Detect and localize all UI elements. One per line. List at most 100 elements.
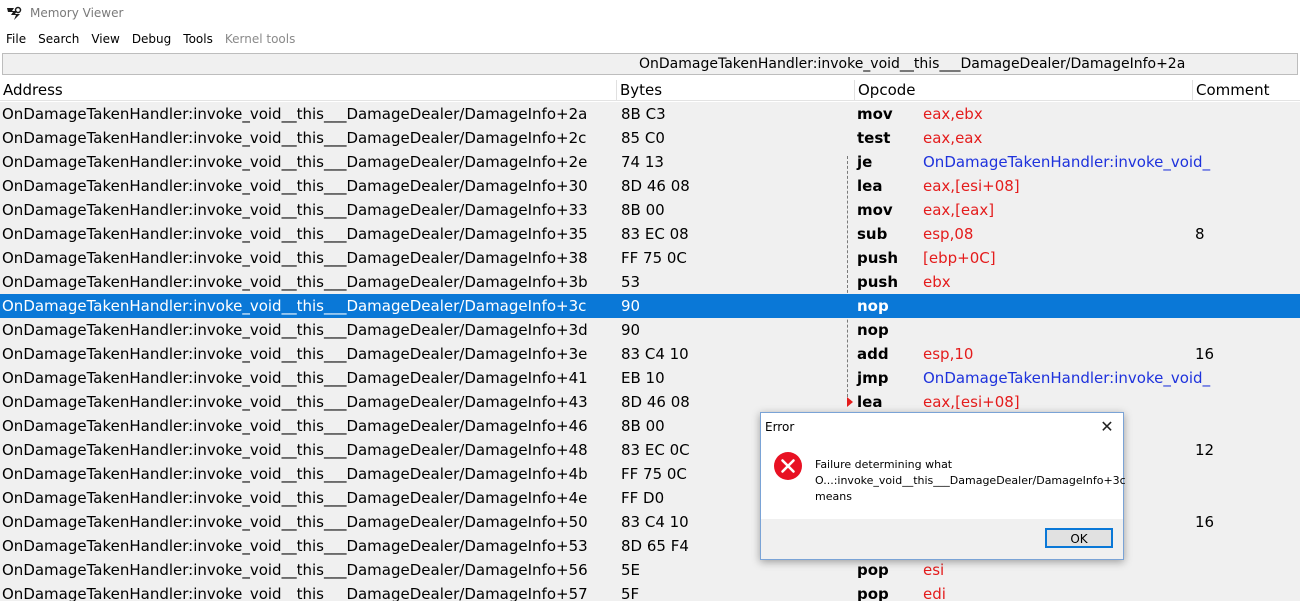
row-bytes: 8B C3 bbox=[621, 105, 666, 123]
row-operands: ebx bbox=[923, 273, 951, 291]
row-bytes: 8D 46 08 bbox=[621, 177, 690, 195]
title-bar: Memory Viewer bbox=[0, 0, 1300, 28]
cheat-engine-gear-icon bbox=[7, 6, 22, 20]
disasm-row[interactable]: OnDamageTakenHandler:invoke_void__this__… bbox=[0, 246, 1300, 270]
disasm-row[interactable]: OnDamageTakenHandler:invoke_void__this__… bbox=[0, 582, 1300, 601]
disasm-row[interactable]: OnDamageTakenHandler:invoke_void__this__… bbox=[0, 294, 1300, 318]
row-address: OnDamageTakenHandler:invoke_void__this__… bbox=[2, 465, 588, 483]
row-bytes: 83 EC 08 bbox=[621, 225, 689, 243]
row-operands: esi bbox=[923, 561, 945, 579]
row-bytes: EB 10 bbox=[621, 369, 665, 387]
dialog-footer: OK bbox=[761, 519, 1123, 559]
disasm-row[interactable]: OnDamageTakenHandler:invoke_void__this__… bbox=[0, 366, 1300, 390]
row-opcode: test bbox=[857, 129, 891, 147]
row-bytes: 8D 65 F4 bbox=[621, 537, 689, 555]
row-bytes: 90 bbox=[621, 297, 641, 315]
jump-arrow-icon bbox=[847, 397, 853, 407]
ok-button[interactable]: OK bbox=[1045, 528, 1113, 548]
row-bytes: FF D0 bbox=[621, 489, 665, 507]
row-operands: eax,eax bbox=[923, 129, 983, 147]
row-bytes: 53 bbox=[621, 273, 641, 291]
error-icon bbox=[774, 452, 802, 480]
dialog-message: Failure determining what O...:invoke_voi… bbox=[815, 457, 1126, 505]
menu-kernel-tools[interactable]: Kernel tools bbox=[219, 29, 302, 49]
column-header-opcode[interactable]: Opcode bbox=[854, 80, 1192, 100]
row-operands: eax,ebx bbox=[923, 105, 983, 123]
row-address: OnDamageTakenHandler:invoke_void__this__… bbox=[2, 201, 588, 219]
window-title: Memory Viewer bbox=[30, 6, 124, 20]
disasm-row[interactable]: OnDamageTakenHandler:invoke_void__this__… bbox=[0, 558, 1300, 582]
row-opcode: lea bbox=[857, 393, 883, 411]
row-opcode: nop bbox=[857, 321, 889, 339]
menu-debug[interactable]: Debug bbox=[126, 29, 177, 49]
row-operands: eax,[esi+08] bbox=[923, 393, 1020, 411]
row-opcode: mov bbox=[857, 105, 893, 123]
row-address: OnDamageTakenHandler:invoke_void__this__… bbox=[2, 297, 587, 315]
dialog-message-line: Failure determining what bbox=[815, 458, 953, 471]
row-operands: esp,08 bbox=[923, 225, 974, 243]
menu-bar: File Search View Debug Tools Kernel tools bbox=[0, 29, 1300, 49]
row-address: OnDamageTakenHandler:invoke_void__this__… bbox=[2, 273, 588, 291]
row-address: OnDamageTakenHandler:invoke_void__this__… bbox=[2, 249, 588, 267]
row-bytes: 8B 00 bbox=[621, 417, 665, 435]
column-header-comment[interactable]: Comment bbox=[1192, 80, 1300, 100]
row-address: OnDamageTakenHandler:invoke_void__this__… bbox=[2, 393, 588, 411]
row-opcode: sub bbox=[857, 225, 888, 243]
row-bytes: FF 75 0C bbox=[621, 465, 687, 483]
row-address: OnDamageTakenHandler:invoke_void__this__… bbox=[2, 489, 588, 507]
disasm-row[interactable]: OnDamageTakenHandler:invoke_void__this__… bbox=[0, 126, 1300, 150]
row-comment: 12 bbox=[1195, 441, 1215, 459]
disasm-row[interactable]: OnDamageTakenHandler:invoke_void__this__… bbox=[0, 174, 1300, 198]
column-header-address[interactable]: Address bbox=[0, 80, 617, 100]
row-comment: 16 bbox=[1195, 345, 1215, 363]
menu-search[interactable]: Search bbox=[32, 29, 85, 49]
disasm-row[interactable]: OnDamageTakenHandler:invoke_void__this__… bbox=[0, 342, 1300, 366]
disasm-row[interactable]: OnDamageTakenHandler:invoke_void__this__… bbox=[0, 198, 1300, 222]
row-opcode: mov bbox=[857, 201, 893, 219]
row-address: OnDamageTakenHandler:invoke_void__this__… bbox=[2, 417, 588, 435]
row-address: OnDamageTakenHandler:invoke_void__this__… bbox=[2, 105, 588, 123]
dialog-body: Failure determining what O...:invoke_voi… bbox=[761, 441, 1126, 519]
row-address: OnDamageTakenHandler:invoke_void__this__… bbox=[2, 537, 588, 555]
row-opcode: lea bbox=[857, 177, 883, 195]
dialog-title-bar: Error bbox=[761, 413, 1123, 441]
row-operands: [ebp+0C] bbox=[923, 249, 996, 267]
menu-file[interactable]: File bbox=[0, 29, 32, 49]
disasm-row[interactable]: OnDamageTakenHandler:invoke_void__this__… bbox=[0, 390, 1300, 414]
row-bytes: 8B 00 bbox=[621, 201, 665, 219]
row-bytes: 8D 46 08 bbox=[621, 393, 690, 411]
current-address-bar[interactable]: OnDamageTakenHandler:invoke_void__this__… bbox=[2, 53, 1298, 75]
disasm-row[interactable]: OnDamageTakenHandler:invoke_void__this__… bbox=[0, 318, 1300, 342]
row-address: OnDamageTakenHandler:invoke_void__this__… bbox=[2, 225, 588, 243]
row-address: OnDamageTakenHandler:invoke_void__this__… bbox=[2, 561, 588, 579]
row-operands: esp,10 bbox=[923, 345, 974, 363]
row-address: OnDamageTakenHandler:invoke_void__this__… bbox=[2, 321, 588, 339]
row-opcode: pop bbox=[857, 561, 889, 579]
row-bytes: 74 13 bbox=[621, 153, 664, 171]
row-opcode: je bbox=[857, 153, 873, 171]
row-address: OnDamageTakenHandler:invoke_void__this__… bbox=[2, 345, 588, 363]
close-icon[interactable]: ✕ bbox=[1097, 417, 1117, 437]
current-address: OnDamageTakenHandler:invoke_void__this__… bbox=[639, 56, 1186, 72]
row-bytes: 5F bbox=[621, 585, 640, 601]
row-opcode: push bbox=[857, 249, 899, 267]
dialog-message-line: means bbox=[815, 490, 852, 503]
row-opcode: add bbox=[857, 345, 889, 363]
row-opcode: push bbox=[857, 273, 899, 291]
menu-tools[interactable]: Tools bbox=[177, 29, 219, 49]
row-opcode: nop bbox=[857, 297, 889, 315]
row-opcode: jmp bbox=[857, 369, 889, 387]
disasm-row[interactable]: OnDamageTakenHandler:invoke_void__this__… bbox=[0, 102, 1300, 126]
row-operands: edi bbox=[923, 585, 946, 601]
disasm-row[interactable]: OnDamageTakenHandler:invoke_void__this__… bbox=[0, 222, 1300, 246]
disasm-row[interactable]: OnDamageTakenHandler:invoke_void__this__… bbox=[0, 270, 1300, 294]
row-address: OnDamageTakenHandler:invoke_void__this__… bbox=[2, 513, 588, 531]
error-dialog: Error ✕ Failure determining what O...:in… bbox=[760, 412, 1126, 560]
menu-view[interactable]: View bbox=[85, 29, 125, 49]
disasm-row[interactable]: OnDamageTakenHandler:invoke_void__this__… bbox=[0, 150, 1300, 174]
row-operands: OnDamageTakenHandler:invoke_void_ bbox=[923, 153, 1211, 171]
row-bytes: 5E bbox=[621, 561, 641, 579]
row-bytes: FF 75 0C bbox=[621, 249, 687, 267]
column-header-bytes[interactable]: Bytes bbox=[616, 80, 854, 100]
row-address: OnDamageTakenHandler:invoke_void__this__… bbox=[2, 585, 588, 601]
